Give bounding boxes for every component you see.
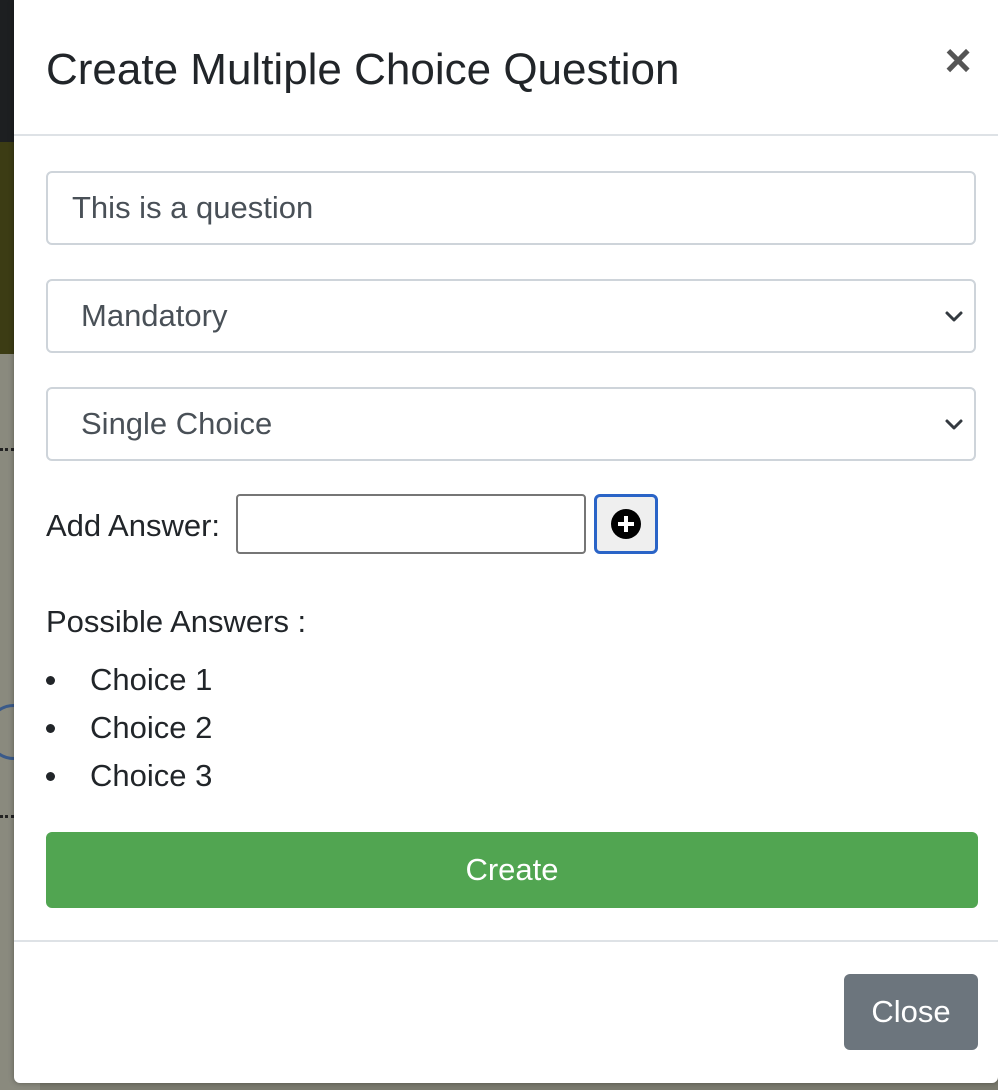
bullet [46,724,55,733]
modal-title: Create Multiple Choice Question [46,45,680,94]
chevron-down-icon [945,311,963,322]
plus-circle-icon [611,509,641,539]
possible-answers-heading: Possible Answers : [46,604,307,639]
add-answer-input[interactable] [236,494,586,554]
close-icon[interactable]: × [938,36,978,84]
chevron-down-icon [945,419,963,430]
close-button[interactable]: Close [844,974,978,1050]
answer-text: Choice 1 [90,662,213,697]
add-answer-button[interactable] [594,494,658,554]
background-divider [0,448,14,451]
background-divider [0,815,14,818]
choice-type-select-value: Single Choice [81,406,273,441]
create-question-modal: Create Multiple Choice Question × This i… [14,0,998,1083]
choice-type-select[interactable]: Single Choice [46,387,976,461]
mandatory-select-value: Mandatory [81,298,228,333]
bullet [46,772,55,781]
answer-text: Choice 2 [90,710,213,745]
modal-footer-divider [14,940,998,942]
modal-header: Create Multiple Choice Question × [14,0,998,136]
create-button[interactable]: Create [46,832,978,908]
answer-text: Choice 3 [90,758,213,793]
question-input[interactable]: This is a question [46,171,976,245]
bullet [46,676,55,685]
add-answer-label: Add Answer: [46,508,221,543]
question-input-value: This is a question [72,190,314,225]
mandatory-select[interactable]: Mandatory [46,279,976,353]
